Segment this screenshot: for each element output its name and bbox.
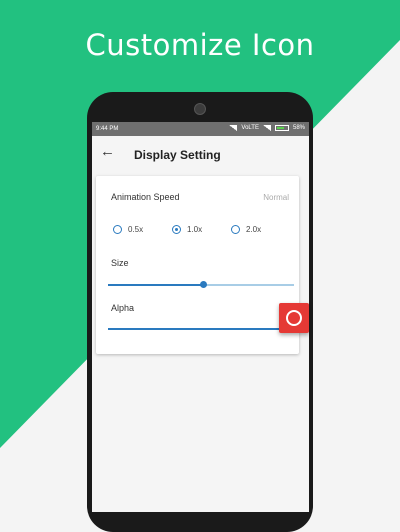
speed-option-label: 0.5x [128, 225, 144, 234]
speed-option-label: 1.0x [187, 225, 203, 234]
speed-option-0-5x[interactable]: 0.5x [113, 225, 143, 234]
page-title: Display Setting [134, 148, 221, 162]
headline: Customize Icon [85, 28, 315, 62]
signal-icon-2 [262, 125, 271, 131]
status-right: VoLTE 58% [229, 125, 305, 131]
app-bar: ← Display Setting [92, 136, 309, 170]
status-bar: 9:44 PM VoLTE 58% [92, 122, 309, 136]
size-slider-thumb[interactable] [200, 281, 207, 288]
radio-icon [231, 225, 240, 234]
speed-option-label: 2.0x [246, 225, 262, 234]
alpha-slider-active-track [108, 328, 294, 330]
floating-icon-preview[interactable] [279, 303, 309, 333]
animation-speed-label: Animation Speed [111, 192, 180, 202]
alpha-slider[interactable] [108, 328, 294, 330]
size-slider-inactive-track [203, 284, 294, 286]
network-label: VoLTE [241, 125, 259, 131]
alpha-label: Alpha [111, 303, 135, 313]
camera-icon [194, 103, 206, 115]
battery-percent: 58% [292, 125, 305, 131]
size-slider-active-track [108, 284, 203, 286]
back-arrow-icon[interactable]: ← [100, 143, 115, 160]
circle-icon [286, 310, 302, 326]
status-time: 9:44 PM [96, 126, 119, 132]
settings-card: Animation Speed Normal 0.5x 1.0x 2.0x Si… [96, 176, 299, 354]
speed-option-2-0x[interactable]: 2.0x [231, 225, 261, 234]
animation-speed-value: Normal [263, 193, 289, 202]
radio-selected-icon [172, 225, 181, 234]
speed-option-1-0x[interactable]: 1.0x [172, 225, 202, 234]
battery-icon [274, 125, 289, 131]
phone-screen: 9:44 PM VoLTE 58% ← Display Setting Anim… [92, 122, 309, 512]
size-label: Size [111, 258, 129, 268]
signal-icon [229, 125, 238, 131]
size-slider[interactable] [108, 281, 294, 288]
radio-icon [113, 225, 122, 234]
